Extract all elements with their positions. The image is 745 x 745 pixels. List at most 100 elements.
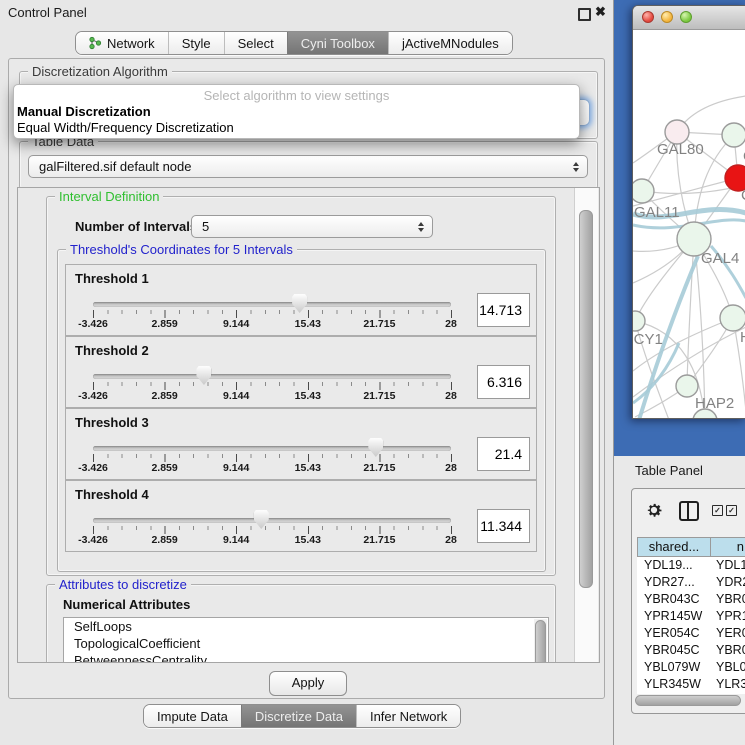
threshold-value-field[interactable]: 11.344 [477,509,530,543]
network-view-window[interactable]: GAL80GCGAL11GAL4GCY1HHAP2 [632,5,745,419]
table-row[interactable]: YBL079WYBL0 [637,659,745,676]
checkbox-icon[interactable]: ✓ [726,505,737,516]
minimize-traffic-light-icon[interactable] [661,11,673,23]
network-node[interactable] [722,123,745,147]
cell-name: YDR2 [710,574,745,591]
network-window-titlebar[interactable] [633,6,745,30]
network-node-label: H [740,329,745,346]
close-icon[interactable]: ✖ [595,4,606,20]
table-row[interactable]: YDL19...YDL1 [637,557,745,574]
table-row[interactable]: YLR345WYLR3 [637,676,745,693]
dropdown-placeholder: Select algorithm to view settings [14,88,579,103]
panel-title: Control Panel [8,0,87,26]
table-row[interactable]: YBR045CYBR0 [637,642,745,659]
table-row[interactable]: YER054CYER0 [637,625,745,642]
table-panel: Table Panel ✓ ✓ shared... n YDL19...YDL1… [614,456,745,745]
threshold-value-field[interactable]: 21.4 [477,437,530,471]
tab-label: Select [238,36,274,51]
network-node-label: GAL11 [634,204,680,221]
slider-tick-label: 15.43 [278,318,338,330]
scrollbar-thumb[interactable] [579,210,593,588]
slider-tick-label: 28 [421,390,481,402]
scrollbar-thumb[interactable] [535,620,546,663]
number-of-intervals-label: Number of Intervals [75,215,197,238]
table-row[interactable]: YDR27...YDR2 [637,574,745,591]
slider-tick-label: 21.715 [349,390,409,402]
scrollbar-thumb[interactable] [635,695,741,706]
threshold-value-field[interactable]: 6.316 [477,365,530,399]
dropdown-option-equal-width[interactable]: Equal Width/Frequency Discretization [17,120,234,135]
slider-track[interactable] [93,518,451,523]
tab-style[interactable]: Style [168,32,224,54]
list-item[interactable]: BetweennessCentrality [64,652,548,663]
close-traffic-light-icon[interactable] [642,11,654,23]
cell-shared-name: YDR27... [637,574,710,591]
tab-discretize-data[interactable]: Discretize Data [241,705,356,727]
dropdown-option-manual[interactable]: Manual Discretization [17,104,151,119]
threshold-label: Threshold 2 [75,343,149,358]
network-node[interactable] [720,305,745,331]
cell-name: YPR1 [710,608,745,625]
thresholds-group: Threshold's Coordinates for 5 Intervals … [57,249,546,572]
threshold-label: Threshold 4 [75,487,149,502]
network-node-label: GAL80 [657,141,704,158]
checkbox-icon[interactable]: ✓ [712,505,723,516]
slider-tick-label: -3.426 [63,462,123,474]
slider-track[interactable] [93,446,451,451]
tab-infer-network[interactable]: Infer Network [356,705,460,727]
numerical-attributes-list[interactable]: SelfLoopsTopologicalCoefficientBetweenne… [63,617,549,663]
slider-tick-label: 15.43 [278,390,338,402]
slider-tick-label: -3.426 [63,390,123,402]
threshold-label: Threshold 3 [75,415,149,430]
vertical-scrollbar[interactable] [574,188,598,662]
combobox-value: 5 [202,216,209,237]
slider-tick-label: 2.859 [135,390,195,402]
table-panel-title: Table Panel [635,463,703,478]
threshold-value-field[interactable]: 14.713 [477,293,530,327]
tab-network[interactable]: Network [76,32,168,54]
list-item[interactable]: TopologicalCoefficient [64,635,548,652]
threshold-panel: Threshold 1-3.4262.8599.14415.4321.71528… [65,264,537,336]
list-scrollbar[interactable] [534,619,547,663]
tab-jactivemnodules[interactable]: jActiveMNodules [388,32,512,54]
network-node[interactable] [676,375,698,397]
table-row[interactable]: YBR043CYBR0 [637,591,745,608]
list-item[interactable]: SelfLoops [64,618,548,635]
network-icon [89,36,102,50]
horizontal-scrollbar[interactable] [634,694,745,707]
number-of-intervals-combobox[interactable]: 5 [191,215,433,238]
cell-name: YBR0 [710,642,745,659]
table-row[interactable]: YPR145WYPR1 [637,608,745,625]
cell-name: YDL1 [710,557,745,574]
tab-label: Cyni Toolbox [301,36,375,51]
zoom-traffic-light-icon[interactable] [680,11,692,23]
network-node[interactable] [633,311,645,331]
apply-button[interactable]: Apply [269,671,347,696]
tab-cyni-toolbox[interactable]: Cyni Toolbox [287,32,388,54]
cell-shared-name: YBL079W [637,659,710,676]
slider-track[interactable] [93,374,451,379]
column-header-name[interactable]: n [711,538,745,556]
slider-track[interactable] [93,302,451,307]
float-window-icon[interactable] [578,8,591,21]
threshold-panel: Threshold 3-3.4262.8599.14415.4321.71528… [65,408,537,480]
attributes-group: Attributes to discretize Numerical Attri… [46,584,556,663]
column-header-shared-name[interactable]: shared... [638,538,711,556]
cell-shared-name: YBR045C [637,642,710,659]
gear-icon[interactable] [645,501,663,519]
divider [687,503,689,519]
cell-name: YLR3 [710,676,745,693]
network-node[interactable] [633,179,654,203]
slider-tick-label: -3.426 [63,534,123,546]
network-canvas[interactable]: GAL80GCGAL11GAL4GCY1HHAP2 [633,29,745,419]
bottom-tab-bar: Impute Data Discretize Data Infer Network [143,704,461,728]
table-data-combobox[interactable]: galFiltered.sif default node [28,155,588,178]
tab-select[interactable]: Select [224,32,287,54]
slider-tick-label: 9.144 [206,318,266,330]
tab-impute-data[interactable]: Impute Data [144,705,241,727]
control-panel-titlebar: Control Panel ✖ [0,0,613,26]
tab-label: Infer Network [370,709,447,724]
slider-tick-label: 9.144 [206,390,266,402]
tab-label: Discretize Data [255,709,343,724]
column-visibility-icon[interactable] [679,501,699,521]
